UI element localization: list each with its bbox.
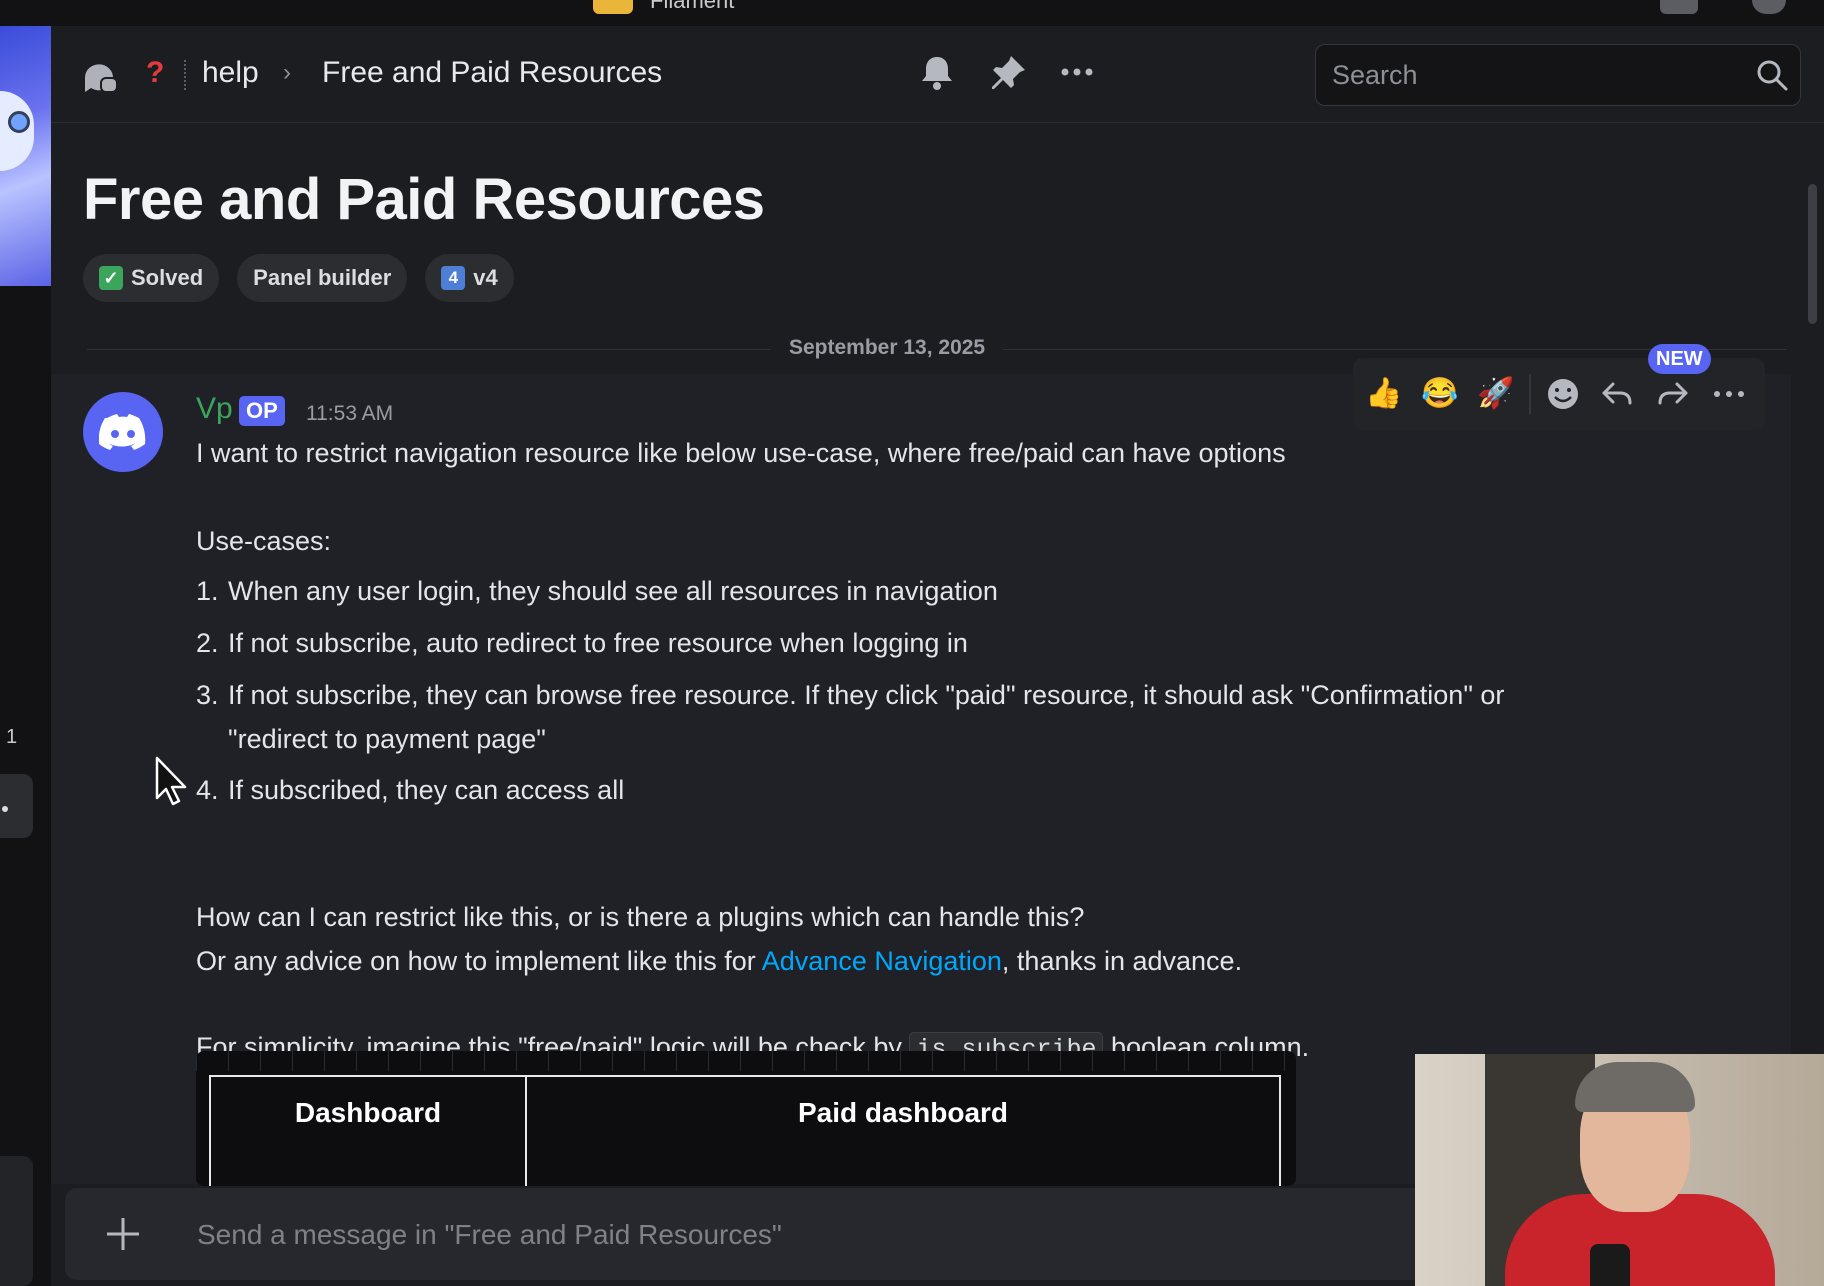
user-panel[interactable] bbox=[0, 1156, 33, 1286]
author-name[interactable]: Vp bbox=[196, 392, 233, 426]
list-item: 1. When any user login, they should see a… bbox=[196, 576, 998, 606]
message-intro: I want to restrict navigation resource l… bbox=[196, 438, 1286, 468]
question-mark-icon: ? bbox=[146, 56, 165, 89]
app-name: Filament bbox=[650, 0, 735, 13]
more-options-icon[interactable] bbox=[1057, 52, 1097, 92]
image-attachment[interactable]: Dashboard Paid dashboard bbox=[196, 1051, 1296, 1186]
search-input[interactable] bbox=[1330, 55, 1734, 95]
thread-header: ? help › Free and Paid Resources bbox=[51, 26, 1824, 123]
server-sidebar: 1 bbox=[0, 26, 51, 1286]
os-title-bar: Filament bbox=[0, 0, 1824, 26]
message-timestamp[interactable]: 11:53 AM bbox=[306, 402, 393, 426]
check-mark-icon: ✓ bbox=[99, 266, 123, 290]
list-item-continuation: "redirect to payment page" bbox=[228, 724, 546, 754]
message-advice: Or any advice on how to implement like t… bbox=[196, 946, 1243, 976]
search-box[interactable] bbox=[1315, 44, 1801, 106]
tag-label: v4 bbox=[473, 265, 498, 290]
rocket-mascot-icon bbox=[0, 91, 34, 171]
list-item: 4. If subscribed, they can access all bbox=[196, 775, 625, 805]
tag-panel-builder[interactable]: Panel builder bbox=[237, 254, 408, 302]
op-badge: OP bbox=[239, 396, 285, 426]
reply-icon[interactable] bbox=[1599, 376, 1635, 412]
list-item: 2. If not subscribe, auto redirect to fre… bbox=[196, 628, 968, 658]
toolbar-divider bbox=[1529, 374, 1531, 414]
mouse-pointer-icon bbox=[155, 756, 187, 806]
table-cell: Paid dashboard bbox=[525, 1075, 1281, 1186]
date-divider: September 13, 2025 bbox=[771, 336, 1004, 360]
keycap-four-icon: 4 bbox=[441, 266, 466, 290]
add-reaction-icon[interactable] bbox=[1545, 376, 1581, 412]
list-item: 3. If not subscribe, they can browse free… bbox=[196, 680, 1505, 710]
image-ruler bbox=[196, 1051, 1296, 1071]
rocket-reaction[interactable]: 🚀 bbox=[1477, 376, 1514, 412]
laughing-reaction[interactable]: 😂 bbox=[1421, 376, 1458, 412]
more-actions-icon[interactable] bbox=[1711, 376, 1747, 412]
tag-label: Panel builder bbox=[253, 265, 392, 290]
unread-count: 1 bbox=[6, 726, 18, 748]
use-cases-heading: Use-cases: bbox=[196, 526, 332, 556]
thread-icon[interactable] bbox=[81, 58, 121, 98]
title-bar-button[interactable] bbox=[1660, 0, 1698, 14]
breadcrumb-thread-title: Free and Paid Resources bbox=[322, 56, 663, 89]
scrollbar[interactable] bbox=[1805, 156, 1819, 1196]
tag-v4[interactable]: 4 v4 bbox=[425, 254, 514, 302]
pin-icon[interactable] bbox=[989, 52, 1029, 92]
chevron-right-icon: › bbox=[283, 59, 291, 86]
advance-navigation-link[interactable]: Advance Navigation bbox=[762, 946, 1002, 976]
server-banner bbox=[0, 26, 51, 286]
search-icon[interactable] bbox=[1754, 57, 1790, 93]
thread-tags: ✓ Solved Panel builder 4 v4 bbox=[83, 254, 514, 302]
channel-dot-icon bbox=[2, 806, 8, 812]
help-icon[interactable] bbox=[1752, 0, 1786, 14]
thread-title: Free and Paid Resources bbox=[83, 167, 765, 232]
scrollbar-thumb[interactable] bbox=[1808, 184, 1817, 324]
discord-logo-icon bbox=[99, 414, 146, 450]
app-folder-icon bbox=[593, 0, 633, 14]
tag-label: Solved bbox=[131, 265, 204, 290]
table-cell: Dashboard bbox=[209, 1075, 527, 1186]
thumbs-up-reaction[interactable]: 👍 bbox=[1365, 376, 1402, 412]
microphone-icon bbox=[1590, 1244, 1630, 1286]
bell-icon[interactable] bbox=[917, 52, 957, 92]
avatar[interactable] bbox=[83, 392, 163, 472]
forward-icon[interactable] bbox=[1655, 376, 1691, 412]
new-badge: NEW bbox=[1648, 344, 1711, 374]
webcam-overlay bbox=[1415, 1054, 1824, 1286]
message-input[interactable] bbox=[195, 1212, 999, 1258]
message-question: How can I can restrict like this, or is … bbox=[196, 902, 1085, 932]
webcam-person-hair bbox=[1575, 1062, 1695, 1112]
breadcrumb-separator bbox=[184, 60, 188, 90]
breadcrumb-channel[interactable]: help bbox=[202, 56, 259, 90]
tag-solved[interactable]: ✓ Solved bbox=[83, 254, 220, 302]
plus-icon[interactable] bbox=[101, 1212, 145, 1256]
